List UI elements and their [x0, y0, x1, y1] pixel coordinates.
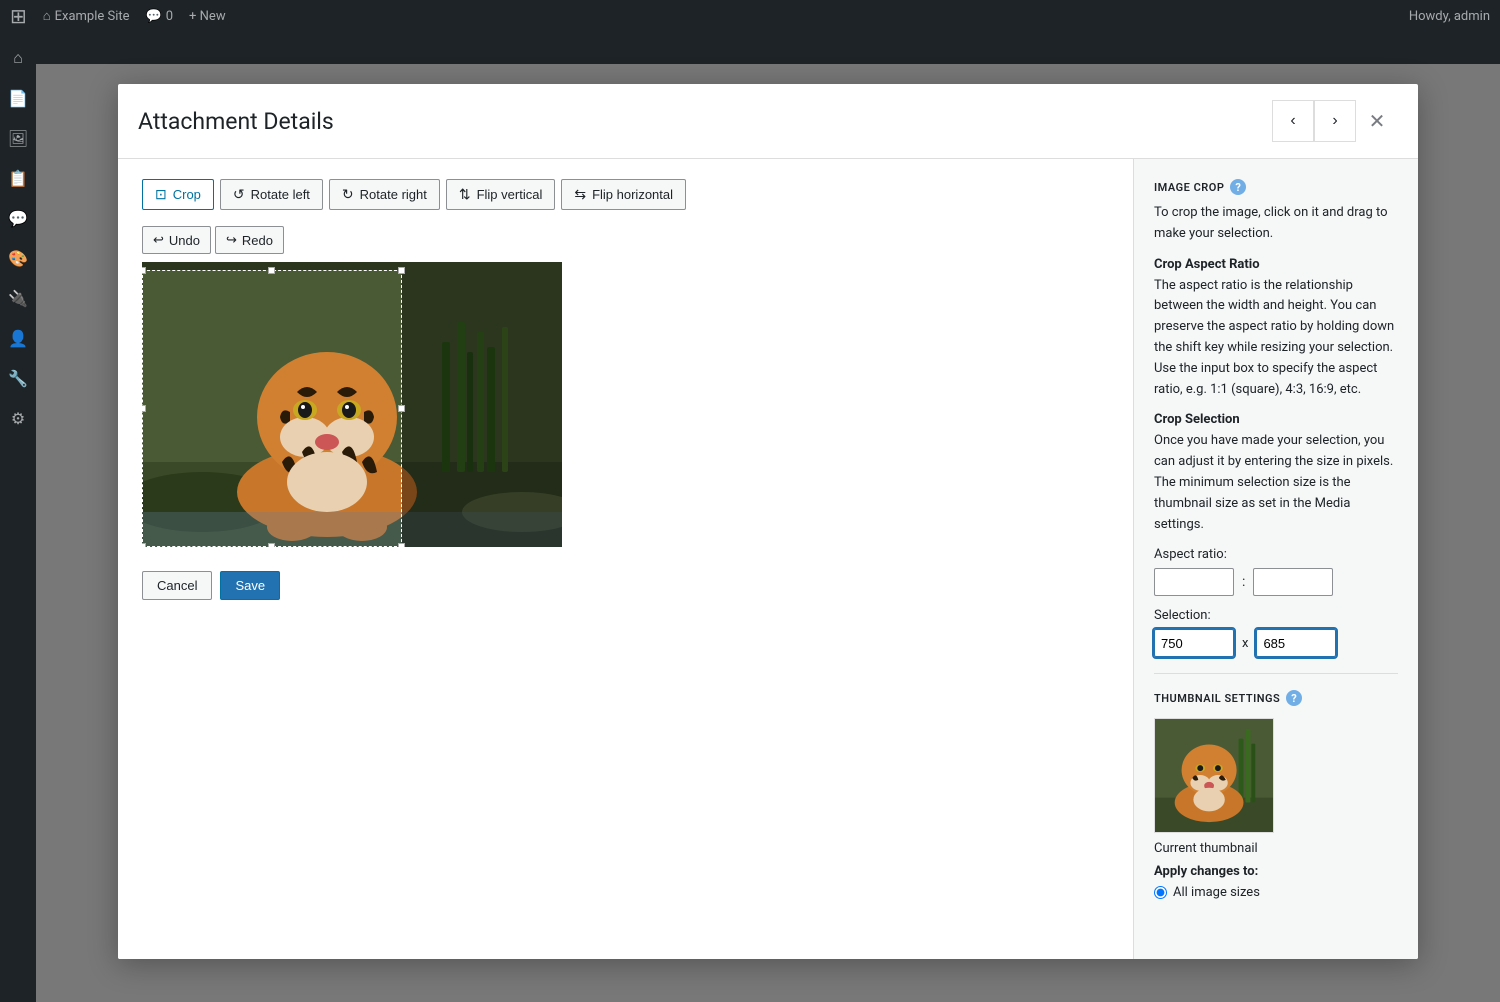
thumbnail-settings-title: THUMBNAIL SETTINGS ? — [1154, 690, 1398, 706]
selection-row: x — [1154, 629, 1398, 657]
image-crop-title: IMAGE CROP ? — [1154, 179, 1398, 195]
main-content: Attachment Details ‹ › ✕ ⊡ Crop — [36, 64, 1500, 1002]
thumbnail-settings-help-icon[interactable]: ? — [1286, 690, 1302, 706]
sidebar-icon-appearance[interactable]: 🎨 — [0, 240, 36, 276]
new-content[interactable]: + New — [189, 9, 226, 24]
sidebar-icon-tools[interactable]: 🔧 — [0, 360, 36, 396]
crop-selection-text: Once you have made your selection, you c… — [1154, 431, 1398, 535]
site-name[interactable]: ⌂ Example Site — [43, 8, 130, 24]
all-image-sizes-option[interactable]: All image sizes — [1154, 885, 1398, 900]
sidebar-icon-users[interactable]: 👤 — [0, 320, 36, 356]
save-button[interactable]: Save — [220, 571, 280, 600]
crop-aspect-ratio-text: The aspect ratio is the relationship bet… — [1154, 276, 1398, 401]
image-crop-section: IMAGE CROP ? To crop the image, click on… — [1154, 179, 1398, 657]
admin-bar: ⊞ ⌂ Example Site 💬 0 + New Howdy, admin — [0, 0, 1500, 32]
comments-icon: 💬 — [146, 9, 162, 24]
sidebar-icon-plugins[interactable]: 🔌 — [0, 280, 36, 316]
wp-logo-icon: ⊞ — [10, 4, 27, 28]
undo-redo-group: ↩ Undo ↪ Redo — [142, 226, 1109, 254]
flip-vertical-button[interactable]: ⇅ Flip vertical — [446, 179, 555, 210]
undo-button[interactable]: ↩ Undo — [142, 226, 211, 254]
sidebar-icon-settings[interactable]: ⚙ — [0, 400, 36, 436]
rotate-right-button[interactable]: ↻ Rotate right — [329, 179, 440, 210]
sidebar-icon-pages[interactable]: 📋 — [0, 160, 36, 196]
rotate-left-icon: ↺ — [233, 186, 245, 203]
aspect-ratio-row: : — [1154, 568, 1398, 596]
cancel-button[interactable]: Cancel — [142, 571, 212, 600]
tiger-image[interactable] — [142, 262, 562, 547]
all-image-sizes-radio[interactable] — [1154, 886, 1167, 899]
home-icon: ⌂ — [43, 8, 51, 24]
aspect-ratio-separator: : — [1242, 574, 1245, 590]
wp-sidebar: ⌂ 📄 🖼 📋 💬 🎨 🔌 👤 🔧 ⚙ — [0, 32, 36, 970]
sidebar-icon-posts[interactable]: 📄 — [0, 80, 36, 116]
crop-selection-subtitle: Crop Selection — [1154, 412, 1398, 427]
image-crop-help-icon[interactable]: ? — [1230, 179, 1246, 195]
thumbnail-settings-section: THUMBNAIL SETTINGS ? — [1154, 690, 1398, 900]
image-crop-intro: To crop the image, click on it and drag … — [1154, 203, 1398, 245]
rotate-left-button[interactable]: ↺ Rotate left — [220, 179, 323, 210]
flip-vertical-icon: ⇅ — [459, 186, 471, 203]
right-panel: IMAGE CROP ? To crop the image, click on… — [1133, 159, 1418, 959]
selection-label: Selection: — [1154, 608, 1398, 623]
image-editor: ⊡ Crop ↺ Rotate left ↻ Rotate right ⇅ — [118, 159, 1133, 959]
sidebar-icon-comments[interactable]: 💬 — [0, 200, 36, 236]
admin-greeting: Howdy, admin — [1409, 9, 1490, 24]
modal-header: Attachment Details ‹ › ✕ — [118, 84, 1418, 159]
panel-divider — [1154, 673, 1398, 674]
modal-header-actions: ‹ › ✕ — [1272, 100, 1398, 142]
sidebar-icon-dashboard[interactable]: ⌂ — [0, 40, 36, 76]
attachment-details-modal: Attachment Details ‹ › ✕ ⊡ Crop — [118, 84, 1418, 959]
selection-separator: x — [1242, 636, 1248, 651]
crop-aspect-ratio-subtitle: Crop Aspect Ratio — [1154, 257, 1398, 272]
editor-toolbar: ⊡ Crop ↺ Rotate left ↻ Rotate right ⇅ — [142, 179, 1109, 210]
next-attachment-button[interactable]: › — [1314, 100, 1356, 142]
thumbnail-preview — [1154, 718, 1274, 833]
aspect-ratio-width-input[interactable] — [1154, 568, 1234, 596]
modal-body: ⊡ Crop ↺ Rotate left ↻ Rotate right ⇅ — [118, 159, 1418, 959]
redo-button[interactable]: ↪ Redo — [215, 226, 284, 254]
modal-overlay: Attachment Details ‹ › ✕ ⊡ Crop — [36, 64, 1500, 1002]
selection-height-input[interactable] — [1256, 629, 1336, 657]
redo-icon: ↪ — [226, 232, 237, 248]
undo-icon: ↩ — [153, 232, 164, 248]
crop-button[interactable]: ⊡ Crop — [142, 179, 214, 210]
close-modal-button[interactable]: ✕ — [1356, 100, 1398, 142]
aspect-ratio-label: Aspect ratio: — [1154, 547, 1398, 562]
sidebar-icon-media[interactable]: 🖼 — [0, 120, 36, 156]
aspect-ratio-group: Aspect ratio: : — [1154, 547, 1398, 596]
comments-count[interactable]: 💬 0 — [146, 9, 174, 24]
editor-actions: Cancel Save — [142, 571, 1109, 600]
modal-title: Attachment Details — [138, 108, 334, 135]
image-canvas[interactable] — [142, 262, 562, 547]
current-thumbnail-label: Current thumbnail — [1154, 841, 1398, 856]
selection-group: Selection: x — [1154, 608, 1398, 657]
flip-horizontal-icon: ⇆ — [574, 186, 586, 203]
apply-changes-label: Apply changes to: — [1154, 864, 1398, 879]
selection-width-input[interactable] — [1154, 629, 1234, 657]
flip-horizontal-button[interactable]: ⇆ Flip horizontal — [561, 179, 686, 210]
aspect-ratio-height-input[interactable] — [1253, 568, 1333, 596]
crop-icon: ⊡ — [155, 186, 167, 203]
rotate-right-icon: ↻ — [342, 186, 354, 203]
prev-attachment-button[interactable]: ‹ — [1272, 100, 1314, 142]
